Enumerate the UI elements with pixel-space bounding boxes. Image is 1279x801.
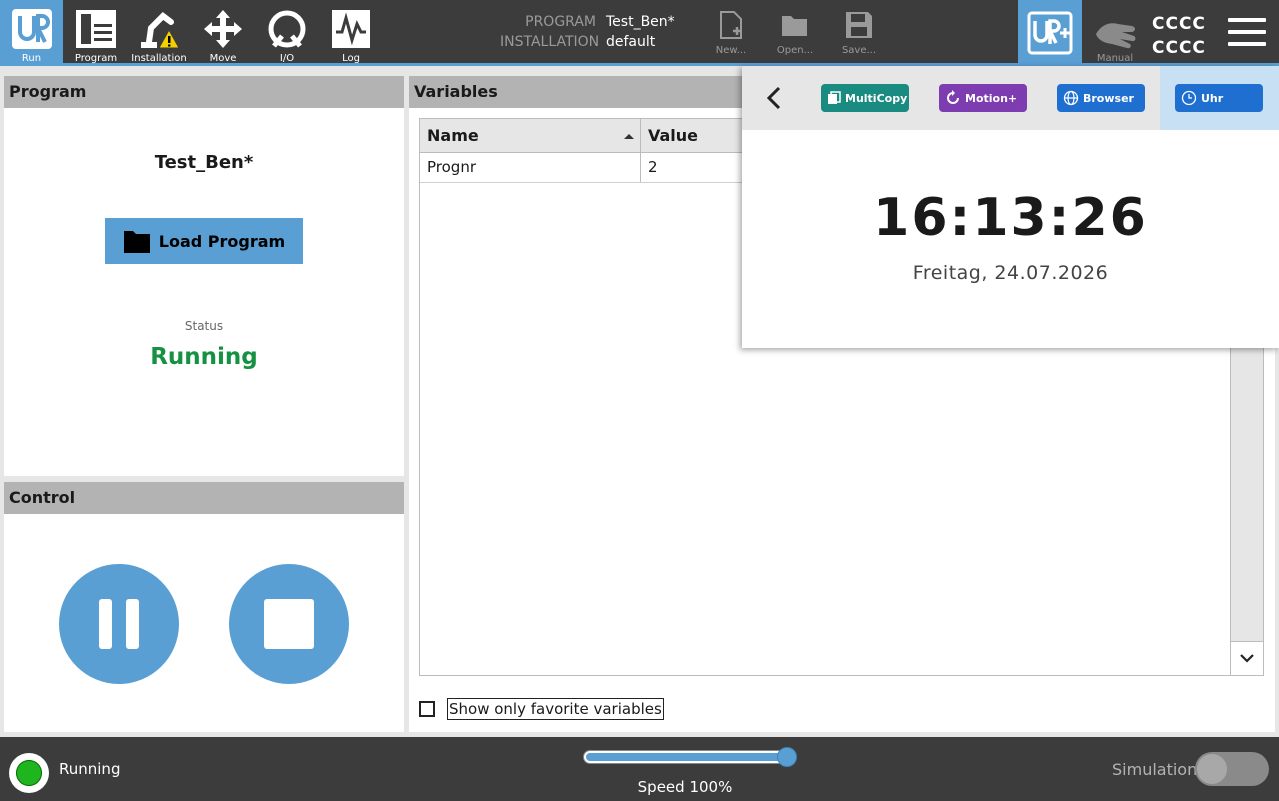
back-chevron-icon[interactable]: [764, 84, 784, 112]
nav-io-label: I/O: [279, 53, 295, 64]
globe-icon: [1063, 90, 1079, 106]
program-value: Test_Ben*: [606, 14, 675, 30]
control-panel-title: Control: [4, 482, 404, 514]
browser-button[interactable]: Browser: [1057, 84, 1145, 112]
top-bar: Run Program Installation Move I/O Log PR…: [0, 0, 1279, 66]
speed-slider-handle[interactable]: [777, 747, 797, 767]
clock-icon: [1181, 90, 1197, 106]
multicopy-label: MultiCopy: [845, 91, 908, 105]
log-graph-icon: [332, 10, 370, 48]
chevron-down-icon: [1240, 654, 1254, 663]
robot-mode-line-2: CCCC: [1152, 38, 1206, 58]
sort-ascending-icon: [624, 134, 634, 139]
hamburger-menu-icon[interactable]: [1228, 18, 1266, 48]
pause-button[interactable]: [59, 564, 179, 684]
program-panel: Program Test_Ben* Load Program Status Ru…: [4, 76, 404, 476]
open-file-button[interactable]: Open...: [770, 10, 820, 56]
uhr-label: Uhr: [1201, 91, 1224, 105]
column-header-name[interactable]: Name: [420, 119, 641, 153]
robot-arm-warning-icon: [141, 12, 180, 49]
speed-label: Speed 100%: [637, 778, 733, 796]
nav-io-tab[interactable]: I/O: [255, 0, 319, 66]
new-file-label: New...: [715, 45, 747, 56]
nav-move-tab[interactable]: Move: [191, 0, 255, 66]
program-info: PROGRAM Test_Ben* INSTALLATION default: [500, 12, 675, 52]
move-arrows-icon: [204, 10, 242, 48]
nav-program-tab[interactable]: Program: [64, 0, 128, 66]
status-led-icon[interactable]: [9, 753, 49, 793]
favorite-checkbox-label[interactable]: Show only favorite variables: [447, 698, 664, 720]
save-file-label: Save...: [841, 45, 877, 56]
hand-icon: [1096, 23, 1136, 49]
nav-move-label: Move: [209, 53, 237, 64]
floppy-disk-icon: [846, 12, 872, 38]
new-file-icon: [720, 11, 742, 39]
favorite-filter: Show only favorite variables: [419, 698, 664, 720]
motion-plus-label: Motion+: [965, 91, 1018, 105]
robot-mode-indicator: CCCC CCCC: [1152, 12, 1206, 60]
nav-run-tab[interactable]: Run: [0, 0, 63, 66]
installation-value: default: [606, 34, 656, 50]
manual-mode-button[interactable]: Manual: [1085, 0, 1145, 66]
urcaps-overlay: MultiCopy Motion+ Browser Uhr 16:13:26 F…: [742, 66, 1279, 348]
clock-date: Freitag, 24.07.2026: [912, 262, 1109, 284]
browser-label: Browser: [1083, 91, 1134, 105]
clock-time: 16:13:26: [873, 188, 1148, 248]
footer-status-text: Running: [59, 760, 121, 778]
nav-installation-label: Installation: [131, 53, 187, 64]
column-header-name-label: Name: [427, 126, 479, 145]
uhr-button[interactable]: Uhr: [1175, 84, 1263, 112]
installation-key: INSTALLATION: [500, 34, 600, 50]
variable-value-cell: 2: [648, 158, 658, 176]
manual-mode-label: Manual: [1096, 53, 1134, 64]
control-panel: Control: [4, 482, 404, 732]
column-header-value-label: Value: [648, 126, 699, 145]
program-key: PROGRAM: [525, 14, 596, 30]
ur-logo-icon: [11, 9, 52, 49]
scroll-down-button[interactable]: [1231, 641, 1263, 675]
speed-slider[interactable]: [583, 750, 793, 764]
urcaps-button[interactable]: [1018, 0, 1082, 66]
nav-log-tab[interactable]: Log: [319, 0, 383, 66]
nav-program-label: Program: [74, 53, 118, 64]
load-program-label: Load Program: [158, 231, 286, 251]
nav-installation-tab[interactable]: Installation: [127, 0, 191, 66]
motion-icon: [947, 90, 959, 104]
nav-log-label: Log: [342, 53, 360, 64]
open-file-label: Open...: [776, 45, 814, 56]
multicopy-button[interactable]: MultiCopy: [821, 84, 909, 112]
stop-button[interactable]: [229, 564, 349, 684]
save-file-button[interactable]: Save...: [834, 10, 884, 56]
folder-open-icon: [782, 16, 807, 36]
urcaps-toolbar: MultiCopy Motion+ Browser Uhr: [742, 66, 1279, 130]
program-panel-title: Program: [4, 76, 404, 108]
status-label: Status: [184, 319, 224, 333]
simulation-toggle[interactable]: [1195, 752, 1269, 786]
load-program-button[interactable]: Load Program: [105, 218, 303, 264]
footer-bar: Running Speed 100% Simulation: [0, 737, 1279, 801]
simulation-label: Simulation: [1112, 760, 1198, 779]
new-file-button[interactable]: New...: [706, 10, 756, 56]
folder-icon: [123, 231, 150, 253]
speed-slider-fill: [586, 753, 790, 761]
program-tree-icon: [76, 10, 116, 48]
loaded-program-name: Test_Ben*: [154, 152, 254, 173]
favorite-checkbox[interactable]: [419, 701, 435, 717]
multicopy-icon: [828, 91, 841, 104]
ur-plus-icon: [1027, 11, 1073, 55]
variable-name-cell: Prognr: [420, 153, 641, 182]
status-value: Running: [150, 344, 258, 370]
nav-run-label: Run: [21, 53, 42, 64]
robot-mode-line-1: CCCC: [1152, 14, 1206, 34]
motion-plus-button[interactable]: Motion+: [939, 84, 1027, 112]
io-icon: [268, 10, 306, 48]
